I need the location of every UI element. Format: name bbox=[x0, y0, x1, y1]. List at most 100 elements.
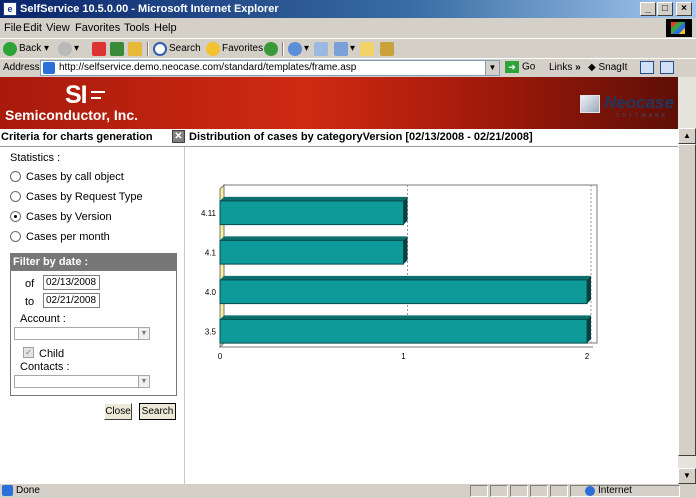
radio-cases-by-call-object[interactable]: Cases by call object bbox=[10, 171, 124, 183]
minimize-button[interactable]: _ bbox=[640, 2, 656, 16]
status-cell bbox=[510, 485, 528, 497]
status-text: Done bbox=[16, 485, 40, 496]
account-select[interactable]: ▼ bbox=[14, 327, 150, 340]
date-from-input[interactable]: 02/13/2008 bbox=[43, 275, 100, 290]
forward-arrow-icon bbox=[58, 42, 72, 56]
radio-cases-by-version[interactable]: Cases by Version bbox=[10, 211, 112, 223]
links-button[interactable]: Links » bbox=[549, 62, 581, 73]
go-label: Go bbox=[522, 61, 536, 73]
search-button[interactable]: Search bbox=[153, 42, 201, 56]
scroll-down-button[interactable]: ▼ bbox=[678, 468, 696, 484]
vertical-scrollbar[interactable]: ▲ ▼ bbox=[678, 77, 696, 484]
bar-front-face bbox=[219, 279, 588, 305]
date-to-input[interactable]: 02/21/2008 bbox=[43, 293, 100, 308]
research-button[interactable] bbox=[380, 42, 396, 56]
favorites-button[interactable]: Favorites bbox=[206, 42, 263, 56]
close-button[interactable]: Close bbox=[104, 403, 132, 420]
address-url: http://selfservice.demo.neocase.com/stan… bbox=[59, 62, 357, 73]
bar-3.5 bbox=[219, 315, 591, 344]
x-tick-label: 1 bbox=[401, 352, 406, 361]
maximize-button[interactable]: □ bbox=[657, 2, 673, 16]
radio-button[interactable] bbox=[10, 171, 21, 182]
bar-front-face bbox=[219, 318, 588, 344]
radio-cases-per-month[interactable]: Cases per month bbox=[10, 231, 110, 243]
history-button[interactable]: ▾ bbox=[288, 42, 309, 56]
home-button[interactable] bbox=[128, 42, 144, 56]
neocase-wordmark: Neocase bbox=[604, 93, 674, 112]
scroll-thumb[interactable] bbox=[678, 144, 696, 456]
refresh-button[interactable] bbox=[110, 42, 126, 56]
chevron-down-icon[interactable]: ▼ bbox=[138, 376, 149, 387]
date-filter-box: Filter by date : of 02/13/2008 to 02/21/… bbox=[10, 253, 177, 396]
snagit-button[interactable]: ◆ SnagIt bbox=[588, 62, 627, 73]
bar-side-face bbox=[587, 315, 591, 344]
edit-button[interactable]: ▾ bbox=[334, 42, 355, 56]
discuss-button[interactable] bbox=[360, 42, 376, 56]
collapse-criteria-button[interactable]: ✕ bbox=[172, 130, 185, 143]
menu-file[interactable]: File bbox=[4, 22, 22, 34]
filter-title: Filter by date : bbox=[11, 254, 176, 271]
back-button[interactable]: Back ▾ bbox=[3, 42, 49, 56]
menu-favorites[interactable]: Favorites bbox=[75, 22, 120, 34]
radio-label: Cases by Request Type bbox=[26, 191, 143, 203]
snagit-label: SnagIt bbox=[598, 62, 628, 73]
favorites-label: Favorites bbox=[222, 43, 264, 54]
logo-bar bbox=[91, 91, 105, 93]
mail-button[interactable] bbox=[314, 42, 330, 56]
menu-view[interactable]: View bbox=[46, 22, 70, 34]
radio-label: Cases by Version bbox=[26, 211, 112, 223]
address-bar: Address http://selfservice.demo.neocase.… bbox=[0, 58, 696, 76]
criteria-title: Criteria for charts generation bbox=[1, 131, 153, 143]
forward-button[interactable]: ▾ bbox=[58, 42, 79, 56]
search-criteria-button[interactable]: Search bbox=[139, 403, 176, 420]
home-icon bbox=[128, 42, 142, 56]
toolbar-separator bbox=[147, 42, 149, 56]
radio-label: Cases per month bbox=[26, 231, 110, 243]
globe-icon bbox=[585, 486, 595, 496]
window-title: SelfService 10.5.0.00 - Microsoft Intern… bbox=[20, 3, 279, 15]
bar-top-face bbox=[220, 196, 408, 201]
neocase-subtitle: SOFTWARE bbox=[616, 113, 669, 119]
close-window-button[interactable]: × bbox=[676, 2, 692, 16]
to-label: to bbox=[25, 296, 35, 308]
logo-bar bbox=[91, 97, 101, 99]
x-tick-label: 2 bbox=[585, 352, 590, 361]
links-label: Links bbox=[549, 62, 573, 73]
child-checkbox[interactable]: ✓ bbox=[23, 347, 34, 358]
windows-logo-icon bbox=[666, 19, 692, 37]
media-icon bbox=[264, 42, 278, 56]
snagit-capture-icon[interactable] bbox=[640, 61, 654, 74]
page-icon bbox=[43, 62, 55, 74]
menu-edit[interactable]: Edit bbox=[23, 22, 42, 34]
menu-help[interactable]: Help bbox=[154, 22, 177, 34]
address-dropdown-icon[interactable]: ▼ bbox=[485, 61, 499, 75]
media-button[interactable] bbox=[264, 42, 280, 56]
chevron-down-icon[interactable]: ▼ bbox=[138, 328, 149, 339]
bar-side-face bbox=[403, 196, 408, 225]
go-arrow-icon: ➜ bbox=[505, 61, 519, 73]
menu-tools[interactable]: Tools bbox=[124, 22, 150, 34]
snagit-window-icon[interactable] bbox=[660, 61, 674, 74]
radio-label: Cases by call object bbox=[26, 171, 124, 183]
radio-cases-by-request-type[interactable]: Cases by Request Type bbox=[10, 191, 143, 203]
radio-button-selected[interactable] bbox=[10, 211, 21, 222]
bar-4.0 bbox=[219, 275, 591, 305]
neocase-cube-icon bbox=[580, 95, 600, 113]
scroll-up-button[interactable]: ▲ bbox=[678, 128, 696, 144]
address-input[interactable]: http://selfservice.demo.neocase.com/stan… bbox=[40, 60, 500, 76]
go-button[interactable]: ➜ Go bbox=[505, 61, 535, 73]
radio-button[interactable] bbox=[10, 191, 21, 202]
stop-icon bbox=[92, 42, 106, 56]
logo-mark-text: SI bbox=[65, 81, 88, 109]
links-chevron-icon: » bbox=[575, 62, 581, 73]
back-arrow-icon bbox=[3, 42, 17, 56]
contacts-select[interactable]: ▼ bbox=[14, 375, 150, 388]
search-label: Search bbox=[169, 43, 201, 54]
bar-top-face bbox=[220, 315, 591, 320]
stop-button[interactable] bbox=[92, 42, 108, 56]
toolbar-separator bbox=[282, 42, 284, 56]
company-banner: SI Semiconductor, Inc. Neocase SOFTWARE bbox=[0, 77, 678, 129]
radio-button[interactable] bbox=[10, 231, 21, 242]
status-cell bbox=[470, 485, 488, 497]
status-cell bbox=[550, 485, 568, 497]
